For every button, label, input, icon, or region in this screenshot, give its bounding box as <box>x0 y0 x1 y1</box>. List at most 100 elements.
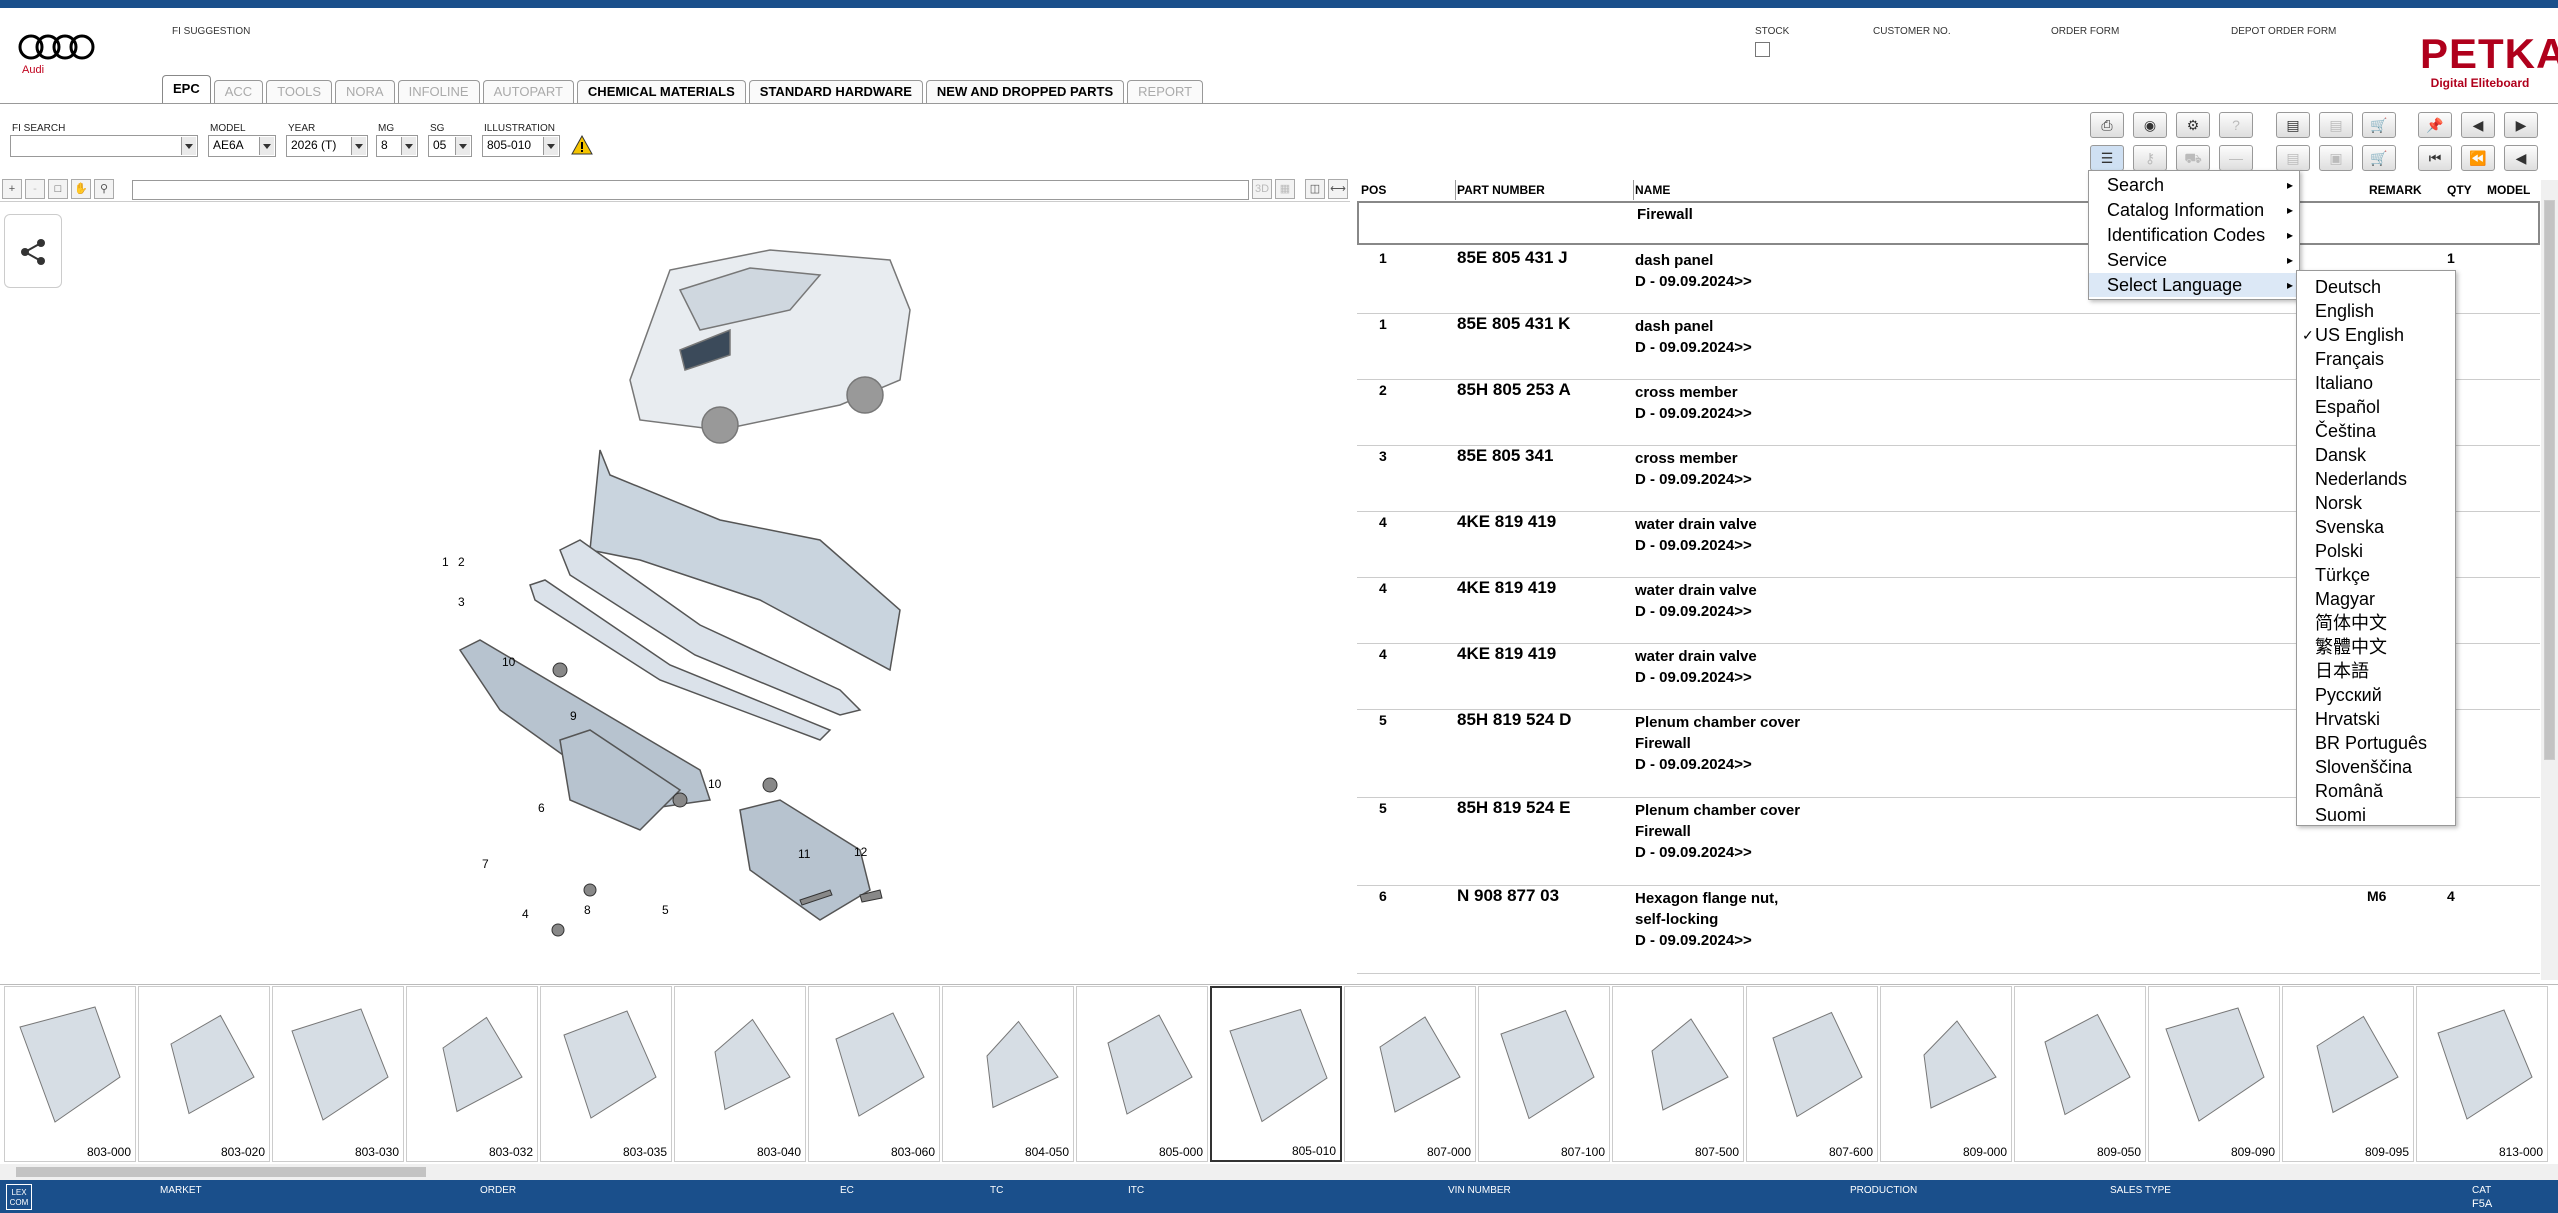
language-option[interactable]: Čeština <box>2297 419 2457 443</box>
pin-button[interactable]: 📌 <box>2418 112 2452 138</box>
car-button[interactable]: ⛟ <box>2176 145 2210 171</box>
customer-no-label[interactable]: CUSTOMER NO. <box>1873 26 1951 37</box>
zoom-fit-icon[interactable]: □ <box>48 179 68 199</box>
parts-illustration[interactable]: 1 2 3 10 9 6 10 7 4 8 5 11 12 <box>440 230 920 950</box>
expand-view-icon[interactable]: ⟷ <box>1328 179 1348 199</box>
zoom-in-icon[interactable]: + <box>2 179 22 199</box>
panel-view-icon[interactable]: ◫ <box>1305 179 1325 199</box>
language-option[interactable]: 日本語 <box>2297 659 2457 683</box>
thumbnail[interactable]: 803-000 <box>4 986 136 1162</box>
thumbnail[interactable]: 807-500 <box>1612 986 1744 1162</box>
language-option[interactable]: Français <box>2297 347 2457 371</box>
table-row[interactable]: 6 N 908 877 03 Hexagon flange nut, self-loc… <box>1357 886 2540 974</box>
language-option[interactable]: Türkçe <box>2297 563 2457 587</box>
left-button[interactable]: ◀ <box>2504 145 2538 171</box>
sg-combo[interactable]: 05 <box>428 135 472 157</box>
elsa-button[interactable]: ▤ <box>2276 112 2310 138</box>
disc-button[interactable]: ◉ <box>2133 112 2167 138</box>
thumbnail[interactable]: 809-095 <box>2282 986 2414 1162</box>
mg-combo[interactable]: 8 <box>376 135 418 157</box>
illustration-combo[interactable]: 805-010 <box>482 135 560 157</box>
language-option[interactable]: BR Português <box>2297 731 2457 755</box>
thumbnail-scrollbar[interactable] <box>0 1164 2558 1180</box>
thumbnail[interactable]: 805-010 <box>1210 986 1342 1162</box>
language-option[interactable]: Română <box>2297 779 2457 803</box>
next-page-button[interactable]: ▶ <box>2504 112 2538 138</box>
tab-chemical-materials[interactable]: CHEMICAL MATERIALS <box>576 80 746 104</box>
menu-item-service[interactable]: Service ▸ <box>2089 248 2301 272</box>
key-button[interactable]: ⚷ <box>2133 145 2167 171</box>
hand-icon[interactable]: ✋ <box>71 179 91 199</box>
split-view-icon[interactable]: ▦ <box>1275 179 1295 199</box>
language-option[interactable]: Svenska <box>2297 515 2457 539</box>
help-button[interactable]: ? <box>2219 112 2253 138</box>
chevron-down-icon[interactable] <box>351 137 366 155</box>
language-option[interactable]: Italiano <box>2297 371 2457 395</box>
language-option[interactable]: Español <box>2297 395 2457 419</box>
menu-button[interactable]: ☰ <box>2090 145 2124 171</box>
tab-standard-hardware[interactable]: STANDARD HARDWARE <box>748 80 923 104</box>
language-option[interactable]: 繁體中文 <box>2297 635 2457 659</box>
thumbnail[interactable]: 809-000 <box>1880 986 2012 1162</box>
fi-search-combo[interactable] <box>10 135 198 157</box>
menu-item-select-language[interactable]: Select Language ▸ <box>2089 273 2301 297</box>
thumbnail[interactable]: 807-000 <box>1344 986 1476 1162</box>
col-part-number[interactable]: PART NUMBER <box>1457 183 1545 197</box>
col-model[interactable]: MODEL <box>2487 183 2530 197</box>
prev-page-button[interactable]: ◀ <box>2461 112 2495 138</box>
3d-view-icon[interactable]: 3D <box>1252 179 1272 199</box>
thumbnail[interactable]: 803-035 <box>540 986 672 1162</box>
magnifier-icon[interactable]: ⚲ <box>94 179 114 199</box>
menu-item-search[interactable]: Search ▸ <box>2089 173 2301 197</box>
thumbnail[interactable]: 803-060 <box>808 986 940 1162</box>
language-option[interactable]: Suomi <box>2297 803 2457 827</box>
language-option[interactable]: Nederlands <box>2297 467 2457 491</box>
col-name[interactable]: NAME <box>1635 183 1670 197</box>
zoom-out-icon[interactable]: - <box>25 179 45 199</box>
list-button[interactable]: ▤ <box>2276 145 2310 171</box>
language-option[interactable]: Norsk <box>2297 491 2457 515</box>
illustration-search-bar[interactable] <box>132 180 1249 200</box>
line-button[interactable]: — <box>2219 145 2253 171</box>
language-option[interactable]: Deutsch <box>2297 275 2457 299</box>
thumbnail[interactable]: 804-050 <box>942 986 1074 1162</box>
language-option[interactable]: Slovenščina <box>2297 755 2457 779</box>
language-option[interactable]: Dansk <box>2297 443 2457 467</box>
table-row-selected[interactable]: Firewall <box>1357 201 2540 245</box>
thumbnail[interactable]: 813-000 <box>2416 986 2548 1162</box>
menu-item-identification-codes[interactable]: Identification Codes ▸ <box>2089 223 2301 247</box>
chevron-down-icon[interactable] <box>259 137 274 155</box>
thumbnail[interactable]: 807-600 <box>1746 986 1878 1162</box>
parts-table-scrollbar[interactable] <box>2541 180 2558 980</box>
col-pos[interactable]: POS <box>1361 183 1386 197</box>
chevron-down-icon[interactable] <box>181 137 196 155</box>
depot-button[interactable]: ▤ <box>2319 112 2353 138</box>
scrollbar-thumb[interactable] <box>2544 200 2555 760</box>
language-option[interactable]: Magyar <box>2297 587 2457 611</box>
scrollbar-thumb[interactable] <box>16 1167 426 1177</box>
model-combo[interactable]: AE6A <box>208 135 276 157</box>
col-qty[interactable]: QTY <box>2447 183 2472 197</box>
thumbnail[interactable]: 809-090 <box>2148 986 2280 1162</box>
language-option[interactable]: Hrvatski <box>2297 707 2457 731</box>
year-combo[interactable]: 2026 (T) <box>286 135 368 157</box>
order-form-label[interactable]: ORDER FORM <box>2051 26 2119 37</box>
thumbnail[interactable]: 803-020 <box>138 986 270 1162</box>
thumbnail[interactable]: 809-050 <box>2014 986 2146 1162</box>
first-button[interactable]: ⏮ <box>2418 145 2452 171</box>
thumbnail[interactable]: 803-040 <box>674 986 806 1162</box>
share-button[interactable] <box>4 214 62 288</box>
thumbnail[interactable]: 803-030 <box>272 986 404 1162</box>
language-option[interactable]: 简体中文 <box>2297 611 2457 635</box>
lock-button[interactable]: ▣ <box>2319 145 2353 171</box>
col-remark[interactable]: REMARK <box>2369 183 2422 197</box>
thumbnail[interactable]: 807-100 <box>1478 986 1610 1162</box>
print-button[interactable]: ⎙ <box>2090 112 2124 138</box>
depot-order-form-label[interactable]: DEPOT ORDER FORM <box>2231 26 2336 37</box>
chevron-down-icon[interactable] <box>455 137 470 155</box>
language-option[interactable]: English <box>2297 299 2457 323</box>
stock-checkbox[interactable] <box>1755 42 1770 57</box>
chevron-down-icon[interactable] <box>401 137 416 155</box>
chevron-down-icon[interactable] <box>543 137 558 155</box>
thumbnail[interactable]: 803-032 <box>406 986 538 1162</box>
